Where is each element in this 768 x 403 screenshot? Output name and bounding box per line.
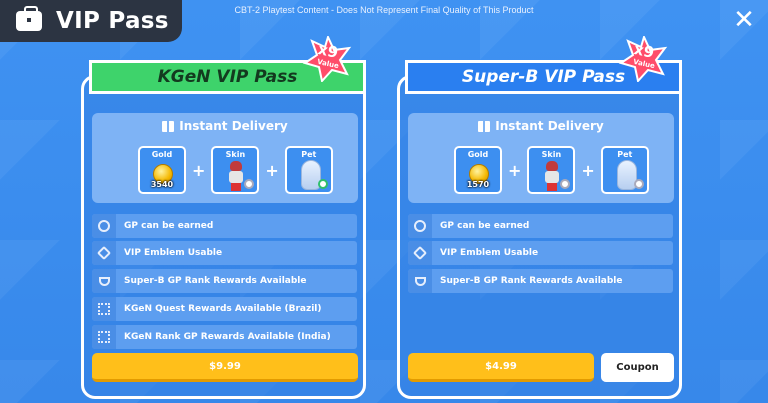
feature-text: KGeN Quest Rewards Available (Brazil) bbox=[124, 304, 322, 314]
skin-character-icon bbox=[545, 161, 560, 191]
feature-row: GP can be earned bbox=[408, 214, 673, 238]
gift-icon bbox=[162, 120, 175, 132]
reward-item-gold[interactable]: Gold 3540 bbox=[138, 146, 186, 194]
value-badge: x9 Value bbox=[302, 36, 354, 82]
instant-delivery-panel: Instant Delivery Gold 3540 + Skin + Pet bbox=[92, 113, 358, 203]
gp-icon bbox=[408, 214, 432, 238]
reward-item-skin[interactable]: Skin bbox=[527, 146, 576, 194]
delivery-title: Instant Delivery bbox=[495, 119, 604, 133]
item-amount: 1570 bbox=[466, 180, 490, 189]
delivery-title: Instant Delivery bbox=[179, 119, 288, 133]
kgen-icon bbox=[92, 325, 116, 349]
trophy-icon bbox=[408, 269, 432, 293]
diamond-emblem-icon bbox=[408, 241, 432, 265]
reward-item-skin[interactable]: Skin bbox=[211, 146, 260, 194]
item-amount: 3540 bbox=[150, 180, 174, 189]
item-label: Skin bbox=[541, 150, 562, 159]
gp-icon bbox=[92, 214, 116, 238]
feature-text: VIP Emblem Usable bbox=[124, 248, 223, 258]
item-label: Pet bbox=[301, 150, 317, 159]
plus-icon: + bbox=[265, 160, 279, 180]
feature-row: KGeN Rank GP Rewards Available (India) bbox=[92, 325, 357, 349]
rarity-chip-icon bbox=[633, 179, 644, 189]
feature-row: VIP Emblem Usable bbox=[92, 241, 357, 265]
gift-icon bbox=[478, 120, 491, 132]
feature-row: VIP Emblem Usable bbox=[408, 241, 673, 265]
feature-text: KGeN Rank GP Rewards Available (India) bbox=[124, 332, 331, 342]
feature-text: Super-B GP Rank Rewards Available bbox=[124, 276, 307, 286]
buy-kgen-pass-button[interactable]: $9.99 bbox=[92, 353, 358, 382]
rarity-chip-icon bbox=[317, 179, 328, 189]
item-label: Skin bbox=[225, 150, 246, 159]
feature-text: Super-B GP Rank Rewards Available bbox=[440, 276, 623, 286]
rarity-chip-icon bbox=[560, 179, 571, 189]
feature-text: GP can be earned bbox=[124, 221, 214, 231]
item-label: Gold bbox=[467, 150, 489, 159]
item-label: Gold bbox=[151, 150, 173, 159]
diamond-emblem-icon bbox=[92, 241, 116, 265]
reward-item-pet[interactable]: Pet bbox=[284, 146, 333, 194]
skin-character-icon bbox=[229, 161, 244, 191]
feature-row: KGeN Quest Rewards Available (Brazil) bbox=[92, 297, 357, 321]
item-label: Pet bbox=[617, 150, 633, 159]
feature-row: Super-B GP Rank Rewards Available bbox=[92, 269, 357, 293]
plus-icon: + bbox=[508, 160, 522, 180]
feature-row: GP can be earned bbox=[92, 214, 357, 238]
close-icon[interactable]: ✕ bbox=[732, 7, 756, 33]
reward-item-pet[interactable]: Pet bbox=[600, 146, 649, 194]
plus-icon: + bbox=[581, 160, 595, 180]
coupon-button[interactable]: Coupon bbox=[601, 353, 674, 382]
rarity-chip-icon bbox=[244, 179, 255, 189]
feature-text: GP can be earned bbox=[440, 221, 530, 231]
trophy-icon bbox=[92, 269, 116, 293]
feature-row: Super-B GP Rank Rewards Available bbox=[408, 269, 673, 293]
plus-icon: + bbox=[192, 160, 206, 180]
playtest-disclaimer: CBT-2 Playtest Content - Does Not Repres… bbox=[234, 5, 534, 15]
reward-item-gold[interactable]: Gold 1570 bbox=[454, 146, 502, 194]
feature-text: VIP Emblem Usable bbox=[440, 248, 539, 258]
instant-delivery-panel: Instant Delivery Gold 1570 + Skin + Pet bbox=[408, 113, 674, 203]
value-badge: x9 Value bbox=[618, 36, 670, 82]
kgen-icon bbox=[92, 297, 116, 321]
buy-superb-pass-button[interactable]: $4.99 bbox=[408, 353, 594, 382]
